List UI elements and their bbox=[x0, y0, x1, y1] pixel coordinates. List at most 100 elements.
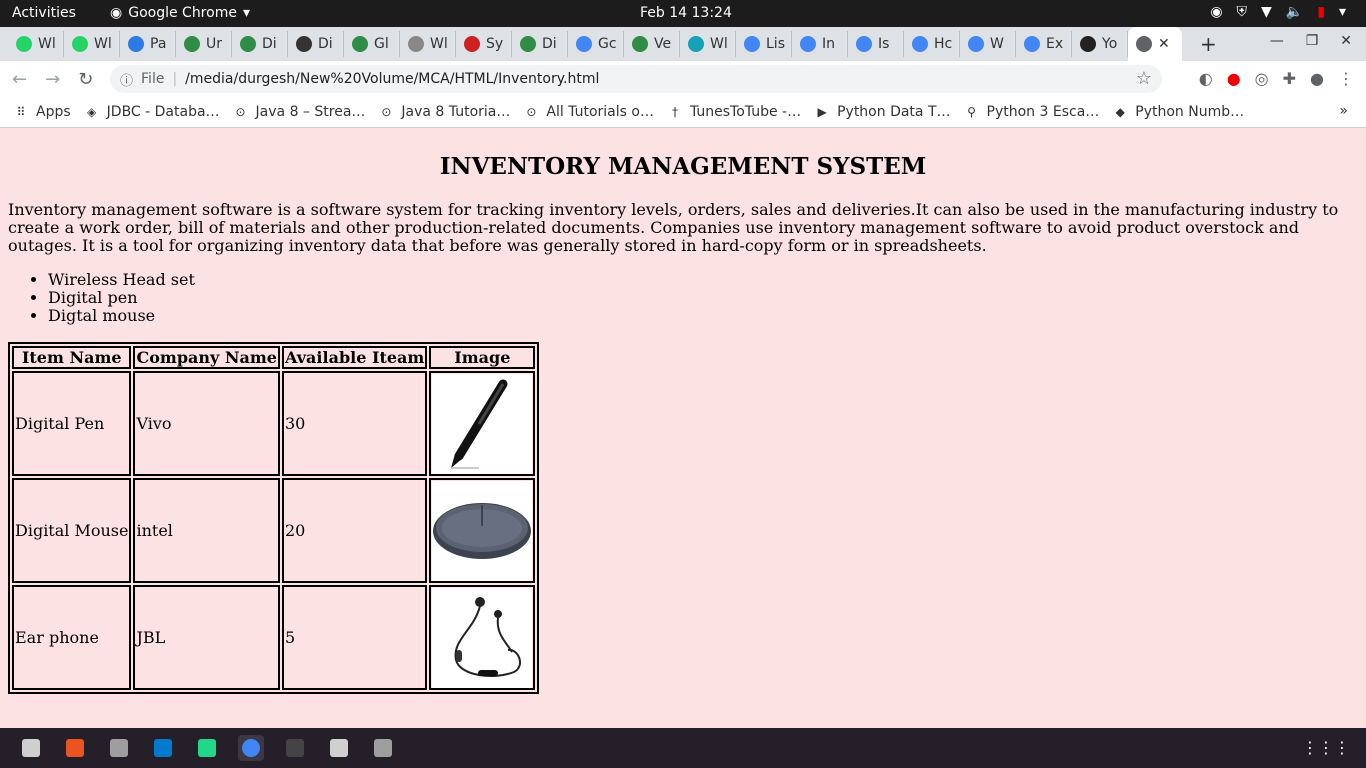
tab-16[interactable]: Hc bbox=[904, 31, 960, 57]
item-name-cell: Digital Pen bbox=[12, 371, 132, 476]
new-tab-button[interactable]: + bbox=[1200, 32, 1217, 56]
dock-updater-icon[interactable] bbox=[106, 735, 132, 761]
tab-5[interactable]: Di bbox=[288, 31, 344, 57]
tab-label: Yo bbox=[1102, 36, 1118, 52]
tab-label: Wl bbox=[430, 36, 448, 52]
list-item: Wireless Head set bbox=[48, 271, 1366, 289]
tab-0[interactable]: Wl bbox=[8, 31, 64, 57]
tab-18[interactable]: Ex bbox=[1016, 31, 1072, 57]
bookmark-item[interactable]: ◈ JDBC - Databa… bbox=[85, 104, 220, 120]
puzzle-icon[interactable]: ✚ bbox=[1283, 69, 1296, 88]
dock-disk-icon[interactable] bbox=[370, 735, 396, 761]
clock[interactable]: Feb 14 13:24 bbox=[640, 5, 732, 21]
dock-pycharm-icon[interactable] bbox=[194, 735, 220, 761]
bookmark-label: All Tutorials o… bbox=[546, 104, 654, 120]
tab-3[interactable]: Ur bbox=[176, 31, 232, 57]
star-icon[interactable]: ☆ bbox=[1136, 68, 1152, 89]
vscode-icon bbox=[154, 739, 172, 757]
tab-label: Di bbox=[262, 36, 277, 52]
adblock-icon[interactable]: ● bbox=[1227, 69, 1241, 88]
tab-4[interactable]: Di bbox=[232, 31, 288, 57]
tab-label: Di bbox=[318, 36, 333, 52]
dock-document-viewer-icon[interactable] bbox=[326, 735, 352, 761]
forward-icon[interactable]: → bbox=[45, 69, 60, 90]
bookmark-label: Python Data T… bbox=[837, 104, 951, 120]
tab-12[interactable]: Wl bbox=[680, 31, 736, 57]
tab-14[interactable]: In bbox=[792, 31, 848, 57]
chevron-down-icon: ▾ bbox=[242, 5, 250, 21]
shield-icon[interactable]: ⛨ bbox=[1237, 4, 1248, 20]
app-menu[interactable]: ◉ Google Chrome ▾ bbox=[110, 5, 250, 21]
avatar[interactable]: ● bbox=[1310, 69, 1324, 88]
dock-terminal-icon[interactable] bbox=[282, 735, 308, 761]
terminal-icon bbox=[286, 739, 304, 757]
dock-files-icon[interactable] bbox=[18, 735, 44, 761]
tab-1[interactable]: Wl bbox=[64, 31, 120, 57]
tab-favicon-icon bbox=[744, 36, 760, 52]
system-tray[interactable]: ◉ ⛨ ▼ 🔈 ▮ ▾ bbox=[1210, 4, 1346, 20]
tab-favicon-icon bbox=[128, 36, 144, 52]
restore-icon[interactable]: ❐ bbox=[1306, 33, 1319, 49]
tab-7[interactable]: Wl bbox=[400, 31, 456, 57]
table-header-row: Item Name Company Name Available Iteam I… bbox=[12, 346, 536, 369]
page-content: INVENTORY MANAGEMENT SYSTEM Inventory ma… bbox=[0, 129, 1366, 727]
chrome-tray-icon[interactable]: ◉ bbox=[1210, 4, 1222, 20]
back-icon[interactable]: ← bbox=[12, 69, 27, 90]
bookmark-item[interactable]: ⊙ All Tutorials o… bbox=[524, 104, 654, 120]
tab-active-inventory[interactable]: ✕ bbox=[1128, 27, 1182, 61]
volume-icon: 🔈 bbox=[1285, 4, 1304, 20]
tab-11[interactable]: Ve bbox=[624, 31, 680, 57]
bookmark-item[interactable]: ⊙ Java 8 – Strea… bbox=[234, 104, 366, 120]
extension-icon[interactable]: ◐ bbox=[1199, 69, 1213, 88]
bookmark-item[interactable]: ▶ Python Data T… bbox=[815, 104, 950, 120]
tab-favicon-icon bbox=[240, 36, 256, 52]
tab-10[interactable]: Gc bbox=[568, 31, 624, 57]
info-icon[interactable]: ⓘ bbox=[120, 70, 133, 89]
close-window-icon[interactable]: ✕ bbox=[1340, 33, 1352, 49]
tab-favicon-icon bbox=[520, 36, 536, 52]
minimize-icon[interactable]: — bbox=[1270, 33, 1284, 49]
chevron-right-icon[interactable]: » bbox=[1339, 103, 1348, 119]
browser-toolbar: ← → ↻ ⓘ File | /media/durgesh/New%20Volu… bbox=[0, 61, 1366, 97]
header-item-name: Item Name bbox=[12, 346, 132, 369]
dock-vscode-icon[interactable] bbox=[150, 735, 176, 761]
tab-6[interactable]: Gl bbox=[344, 31, 400, 57]
bookmark-item[interactable]: † TunesToTube -… bbox=[668, 104, 801, 120]
bookmark-item[interactable]: ⠿ Apps bbox=[14, 104, 71, 120]
table-row: Digital Pen Vivo 30 bbox=[12, 371, 536, 476]
cross-icon: † bbox=[671, 105, 678, 119]
tab-8[interactable]: Sy bbox=[456, 31, 512, 57]
extensions-area: ◐ ● ◎ ✚ ● ⋮ bbox=[1199, 69, 1354, 88]
search-icon: ⚲ bbox=[967, 105, 976, 119]
bookmark-item[interactable]: ◆ Python Numb… bbox=[1113, 104, 1244, 120]
menu-icon[interactable]: ⋮ bbox=[1338, 69, 1354, 88]
bookmark-item[interactable]: ⊙ Java 8 Tutoria… bbox=[379, 104, 510, 120]
available-cell: 30 bbox=[281, 371, 428, 476]
dock-software-icon[interactable] bbox=[62, 735, 88, 761]
scheme-label: File bbox=[141, 71, 165, 87]
tab-17[interactable]: W bbox=[960, 31, 1016, 57]
url-text[interactable]: /media/durgesh/New%20Volume/MCA/HTML/Inv… bbox=[185, 71, 599, 87]
address-bar[interactable]: ⓘ File | /media/durgesh/New%20Volume/MCA… bbox=[110, 65, 1162, 93]
tab-19[interactable]: Yo bbox=[1072, 31, 1128, 57]
tab-favicon-icon bbox=[632, 36, 648, 52]
show-apps-icon[interactable]: ⋮⋮⋮ bbox=[1302, 738, 1350, 757]
tab-2[interactable]: Pa bbox=[120, 31, 176, 57]
tab-15[interactable]: Is bbox=[848, 31, 904, 57]
reload-icon[interactable]: ↻ bbox=[78, 69, 93, 90]
image-cell bbox=[429, 478, 536, 583]
bookmark-label: Java 8 – Strea… bbox=[255, 104, 366, 120]
dock-chrome-icon[interactable] bbox=[238, 735, 264, 761]
extension-icon[interactable]: ◎ bbox=[1255, 69, 1269, 88]
tab-13[interactable]: Lis bbox=[736, 31, 792, 57]
ear-phone-image bbox=[432, 587, 533, 688]
activities-button[interactable]: Activities bbox=[12, 5, 76, 21]
bookmark-item[interactable]: ⚲ Python 3 Esca… bbox=[965, 104, 1099, 120]
company-cell: Vivo bbox=[133, 371, 280, 476]
disk-icon bbox=[374, 739, 392, 757]
document-viewer-icon bbox=[330, 739, 348, 757]
tab-favicon-icon bbox=[856, 36, 872, 52]
taskbar-dock: ⋮⋮⋮ bbox=[0, 728, 1366, 768]
close-icon[interactable]: ✕ bbox=[1158, 36, 1170, 52]
tab-9[interactable]: Di bbox=[512, 31, 568, 57]
